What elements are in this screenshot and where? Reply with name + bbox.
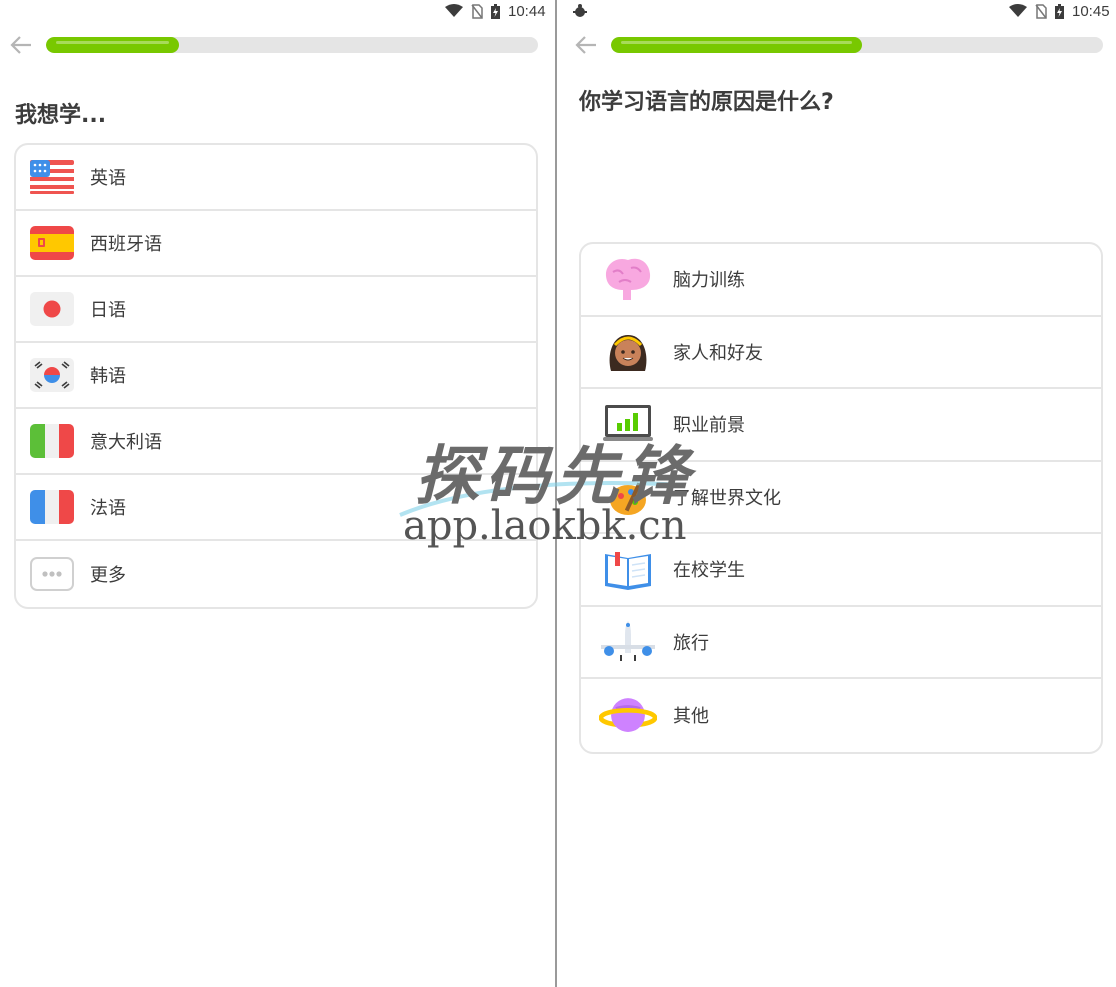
language-label: 法语: [90, 498, 126, 519]
battery-icon: [1055, 3, 1064, 19]
language-label: 意大利语: [90, 432, 162, 453]
reason-label: 家人和好友: [673, 342, 763, 364]
reason-item-career[interactable]: 职业前景: [581, 389, 1101, 462]
progress-bar: [46, 37, 538, 53]
france-flag-icon: [30, 490, 74, 524]
language-label: 日语: [90, 300, 126, 321]
us-flag-icon: [30, 160, 74, 194]
language-item-french[interactable]: 法语: [16, 475, 536, 541]
language-item-more[interactable]: 更多: [16, 541, 536, 607]
language-label: 更多: [90, 565, 126, 586]
reason-item-family-friends[interactable]: 家人和好友: [581, 317, 1101, 389]
back-arrow-icon[interactable]: [10, 35, 32, 58]
language-label: 西班牙语: [90, 234, 162, 255]
status-time: 10:45: [1072, 2, 1110, 20]
battery-icon: [491, 3, 500, 19]
more-icon: [30, 557, 74, 591]
person-icon: [599, 326, 657, 378]
language-list: 英语 西班牙语 日语 韩语 意大利语 法语 更多: [14, 143, 538, 609]
wifi-icon: [445, 4, 463, 17]
spain-flag-icon: [30, 226, 74, 260]
status-time: 10:44: [508, 2, 546, 20]
brain-icon: [599, 253, 657, 305]
book-icon: [599, 543, 657, 595]
reason-item-brain-training[interactable]: 脑力训练: [581, 244, 1101, 317]
reason-label: 在校学生: [673, 560, 745, 582]
progress-fill: [611, 37, 862, 53]
reason-label: 其他: [673, 706, 709, 728]
page-title: 你学习语言的原因是什么?: [579, 90, 834, 115]
status-bar: 10:45: [1009, 0, 1110, 22]
reason-label: 脑力训练: [673, 270, 745, 292]
progress-fill: [46, 37, 179, 53]
reason-item-culture[interactable]: 了解世界文化: [581, 462, 1101, 534]
italy-flag-icon: [30, 424, 74, 458]
reason-item-travel[interactable]: 旅行: [581, 607, 1101, 679]
planet-icon: [599, 689, 657, 741]
language-item-italian[interactable]: 意大利语: [16, 409, 536, 475]
reason-item-student[interactable]: 在校学生: [581, 534, 1101, 607]
language-label: 英语: [90, 168, 126, 189]
progress-bar: [611, 37, 1103, 53]
right-screen: 10:45 你学习语言的原因是什么? 脑力训练 家人和好友 职业前景 了解世界文…: [557, 0, 1116, 987]
language-item-english[interactable]: 英语: [16, 145, 536, 211]
status-bar: 10:44: [445, 0, 546, 22]
japan-flag-icon: [30, 292, 74, 326]
career-chart-icon: [599, 398, 657, 450]
airplane-icon: [599, 616, 657, 668]
wifi-icon: [1009, 4, 1027, 17]
back-arrow-icon[interactable]: [575, 35, 597, 58]
no-sim-icon: [1035, 3, 1047, 19]
language-label: 韩语: [90, 366, 126, 387]
reason-list: 脑力训练 家人和好友 职业前景 了解世界文化 在校学生 旅行 其他: [579, 242, 1103, 754]
language-item-japanese[interactable]: 日语: [16, 277, 536, 343]
culture-icon: [599, 471, 657, 523]
korea-flag-icon: [30, 358, 74, 392]
reason-label: 了解世界文化: [673, 487, 781, 509]
notification-icon: [572, 3, 588, 23]
left-screen: 10:44 我想学... 英语 西班牙语 日语 韩语 意大利语 法语 更多: [0, 0, 555, 987]
reason-label: 职业前景: [673, 415, 745, 437]
reason-label: 旅行: [673, 632, 709, 654]
language-item-spanish[interactable]: 西班牙语: [16, 211, 536, 277]
page-title: 我想学...: [15, 103, 107, 128]
no-sim-icon: [471, 3, 483, 19]
reason-item-other[interactable]: 其他: [581, 679, 1101, 752]
language-item-korean[interactable]: 韩语: [16, 343, 536, 409]
